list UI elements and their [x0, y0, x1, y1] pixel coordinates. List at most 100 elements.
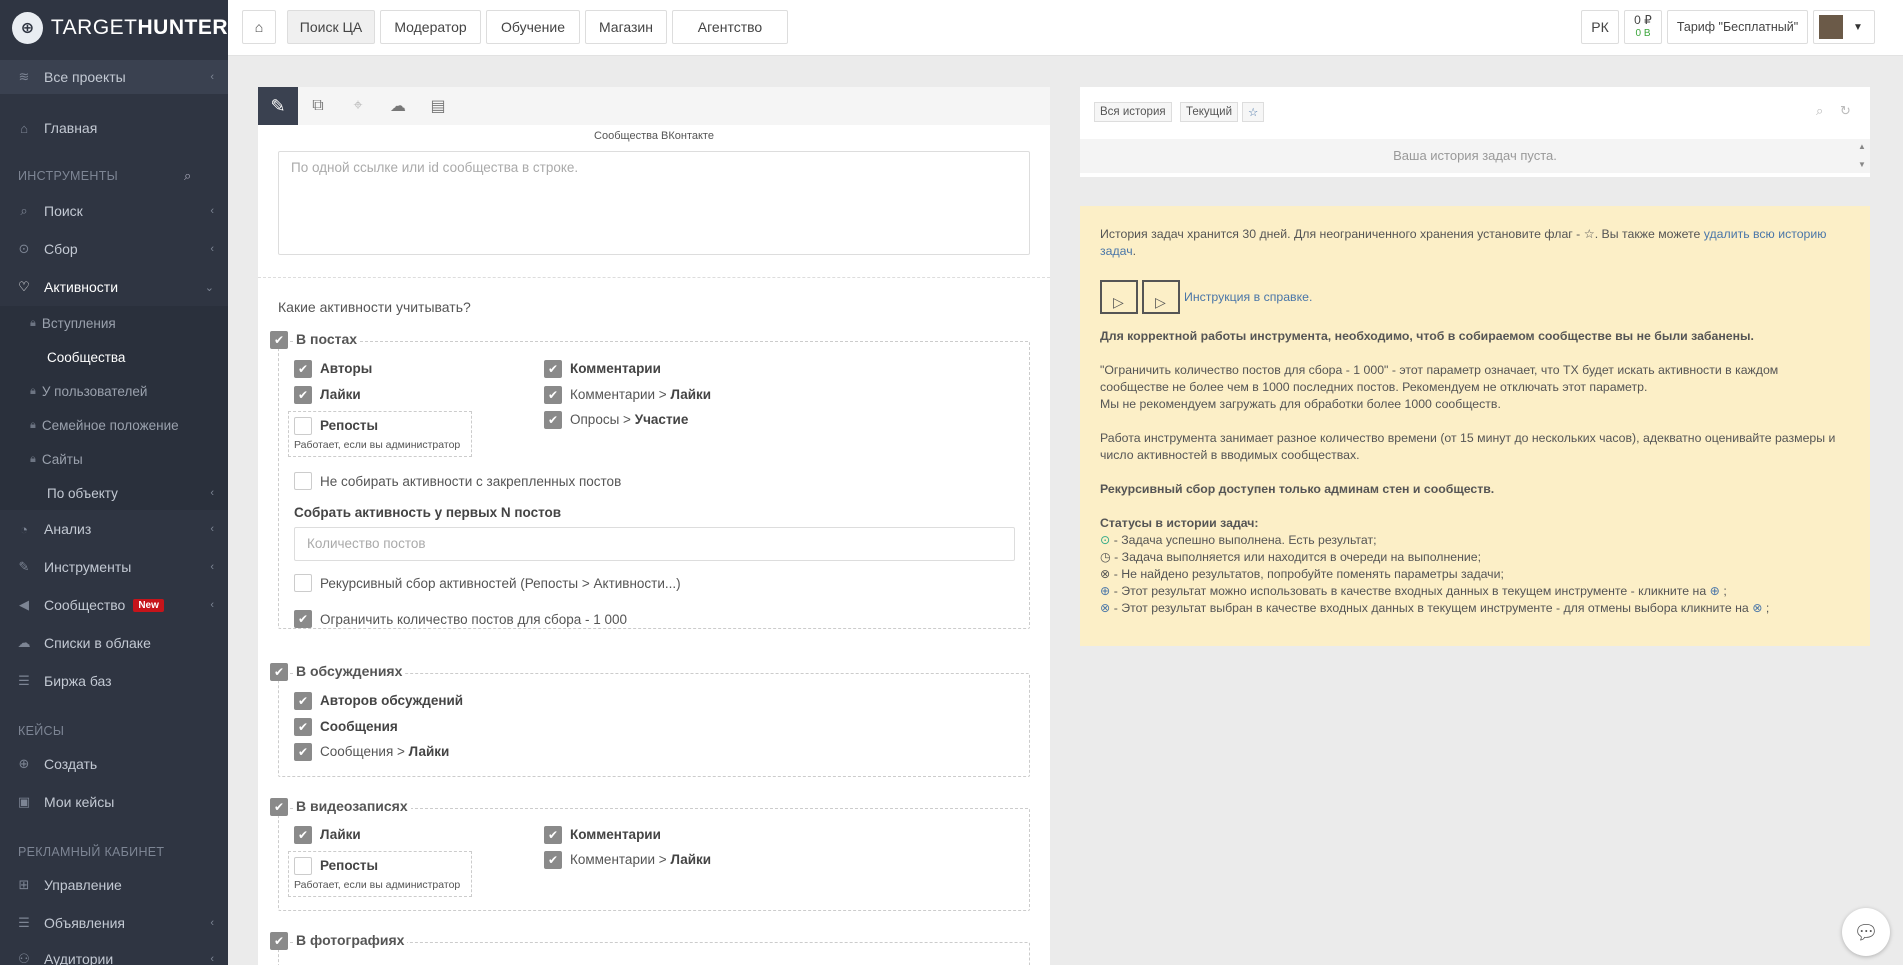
sidebar-sub-joins[interactable]: 🔒︎ Вступления [0, 306, 228, 340]
sidebar-item-label: Управление [44, 877, 122, 893]
sidebar-item-label: Сообщество [44, 597, 126, 613]
discussions-messages-likes-checkbox[interactable]: ✔ [294, 743, 312, 761]
chevron-down-icon: ⌄ [204, 281, 214, 294]
star-icon: ☆ [1248, 107, 1259, 119]
videos-comments-likes-checkbox[interactable]: ✔ [544, 851, 562, 869]
sidebar-item-home[interactable]: ⌂ Главная [0, 111, 228, 145]
x-circle-icon: ⊗ [1100, 567, 1111, 581]
limit-checkbox[interactable]: ✔ [294, 610, 312, 628]
statuses-title: Статусы в истории задач: [1100, 516, 1259, 530]
sidebar-sub-family[interactable]: 🔒︎ Семейное положение [0, 408, 228, 442]
info-limit-text-2: Мы не рекомендуем загружать для обработк… [1100, 397, 1501, 411]
sidebar-sub-sites[interactable]: 🔒︎ Сайты [0, 442, 228, 476]
sidebar-item-cloud-lists[interactable]: ☁ Списки в облаке [0, 626, 228, 660]
posts-polls-checkbox[interactable]: ✔ [544, 411, 562, 429]
semicolon: ; [1723, 584, 1727, 598]
tab-agency[interactable]: Агентство [672, 10, 788, 44]
heart-icon: ♡ [18, 279, 30, 294]
sidebar-item-manage[interactable]: ⊞ Управление [0, 868, 228, 902]
posts-checkbox[interactable]: ✔ [270, 331, 288, 349]
current-history-button[interactable]: Текущий [1180, 102, 1238, 122]
sidebar-item-collect[interactable]: ⊙ Сбор ‹ [0, 232, 228, 266]
clock-icon: ◷ [1100, 550, 1111, 564]
sidebar-sub-by-object[interactable]: По объекту ‹ [0, 476, 228, 510]
posts-comments-likes-checkbox[interactable]: ✔ [544, 386, 562, 404]
balance-button[interactable]: 0 ₽ 0 В [1624, 10, 1662, 44]
balance-rub: 0 ₽ [1634, 13, 1652, 27]
tariff-button[interactable]: Тариф "Бесплатный" [1667, 10, 1808, 44]
sidebar-item-ads[interactable]: ☰ Объявления ‹ [0, 906, 228, 940]
discussions-checkbox[interactable]: ✔ [270, 663, 288, 681]
posts-likes-label: Лайки [320, 387, 361, 402]
copy-tool-button[interactable]: ⧉ [298, 87, 338, 125]
rk-button[interactable]: РК [1581, 10, 1619, 44]
first-n-input[interactable]: Количество постов [294, 527, 1015, 561]
scroll-up-icon[interactable]: ▲ [1858, 142, 1866, 151]
posts-comments-likes-label: Лайки [670, 387, 712, 402]
posts-comments-checkbox[interactable]: ✔ [544, 360, 562, 378]
search-icon[interactable]: ⌕ [1816, 103, 1823, 119]
tab-training[interactable]: Обучение [486, 10, 580, 44]
limit-label: Ограничить количество постов для сбора -… [320, 612, 628, 627]
tab-moderator[interactable]: Модератор [380, 10, 481, 44]
videos-comments-checkbox[interactable]: ✔ [544, 826, 562, 844]
sidebar-item-label: Семейное положение [41, 417, 179, 433]
sidebar-item-community[interactable]: ◀ Сообщество New ‹ [0, 588, 228, 622]
videos-reposts-label: Репосты [320, 858, 379, 873]
sidebar-item-create[interactable]: ⊕ Создать [0, 747, 228, 781]
sidebar-item-activity[interactable]: ♡ Активности ⌄ [0, 270, 228, 304]
users-icon: ⚇ [18, 951, 30, 965]
favorite-filter-button[interactable]: ☆ [1242, 102, 1265, 122]
discussions-authors-checkbox[interactable]: ✔ [294, 692, 312, 710]
wrench-icon: ✎ [18, 559, 30, 574]
posts-reposts-checkbox[interactable] [294, 417, 312, 435]
discussions-messages-checkbox[interactable]: ✔ [294, 718, 312, 736]
videos-likes-checkbox[interactable]: ✔ [294, 826, 312, 844]
tab-shop[interactable]: Магазин [585, 10, 667, 44]
user-menu[interactable]: ▼ [1813, 10, 1875, 44]
sidebar-item-label: Все проекты [44, 69, 126, 85]
posts-comments-prefix: Комментарии > [570, 387, 667, 402]
videos-reposts-checkbox[interactable] [294, 857, 312, 875]
chat-button[interactable]: 💬︎ [1842, 908, 1890, 956]
upload-tool-button[interactable]: ☁ [378, 87, 418, 125]
sidebar-item-search[interactable]: ⌕ Поиск ‹ [0, 194, 228, 228]
sidebar-sub-communities[interactable]: Сообщества [0, 340, 228, 374]
refresh-icon[interactable]: ↻ [1840, 103, 1851, 119]
posts-likes-checkbox[interactable]: ✔ [294, 386, 312, 404]
no-pinned-checkbox[interactable] [294, 472, 312, 490]
sidebar-section-cases: КЕЙСЫ [18, 724, 65, 738]
search-icon[interactable]: ⌕ [184, 168, 191, 184]
posts-comments-label: Комментарии [570, 361, 661, 376]
all-history-button[interactable]: Вся история [1094, 102, 1172, 122]
manual-link[interactable]: Инструкция в справке. [1184, 289, 1312, 306]
sidebar-item-analysis[interactable]: ◔ Анализ ‹ [0, 512, 228, 546]
sidebar-item-audiences[interactable]: ⚇ Аудитории ‹ [0, 942, 228, 965]
scroll-down-icon[interactable]: ▼ [1858, 160, 1866, 169]
form-toolbar: ✎ ⧉ ⌖ ☁ ▤ [258, 87, 1050, 125]
plus-circle-icon: ⊕ [1100, 584, 1111, 598]
chevron-left-icon: ‹ [210, 487, 214, 499]
edit-tool-button[interactable]: ✎ [258, 87, 298, 125]
videos-checkbox[interactable]: ✔ [270, 798, 288, 816]
book-tool-button[interactable]: ▤ [418, 87, 458, 125]
sidebar: ⊕ TARGETHUNTER ≋ Все проекты ‹ ⌂ Главная ИН… [0, 0, 228, 965]
sidebar-item-my-cases[interactable]: ▣ Мои кейсы [0, 785, 228, 819]
home-icon: ⌂ [254, 19, 264, 35]
location-tool-button[interactable]: ⌖ [338, 87, 378, 125]
sidebar-item-base-exchange[interactable]: ☰ Биржа баз [0, 664, 228, 698]
tab-search-ca[interactable]: Поиск ЦА [287, 10, 375, 44]
home-button[interactable]: ⌂ [242, 10, 276, 44]
logo[interactable]: ⊕ TARGETHUNTER [0, 0, 228, 55]
plus-circle-icon: ⊕ [18, 756, 30, 771]
sidebar-item-instruments[interactable]: ✎ Инструменты ‹ [0, 550, 228, 584]
check-circle-icon: ⊙ [1100, 533, 1111, 547]
sidebar-item-all-projects[interactable]: ≋ Все проекты ‹ [0, 60, 228, 94]
copy-icon: ⧉ [312, 97, 324, 114]
sidebar-sub-users[interactable]: 🔒︎ У пользователей [0, 374, 228, 408]
posts-authors-checkbox[interactable]: ✔ [294, 360, 312, 378]
discussions-authors-label: Авторов обсуждений [320, 693, 464, 708]
communities-input[interactable] [278, 151, 1030, 255]
recursive-checkbox[interactable] [294, 574, 312, 592]
photos-checkbox[interactable]: ✔ [270, 932, 288, 950]
